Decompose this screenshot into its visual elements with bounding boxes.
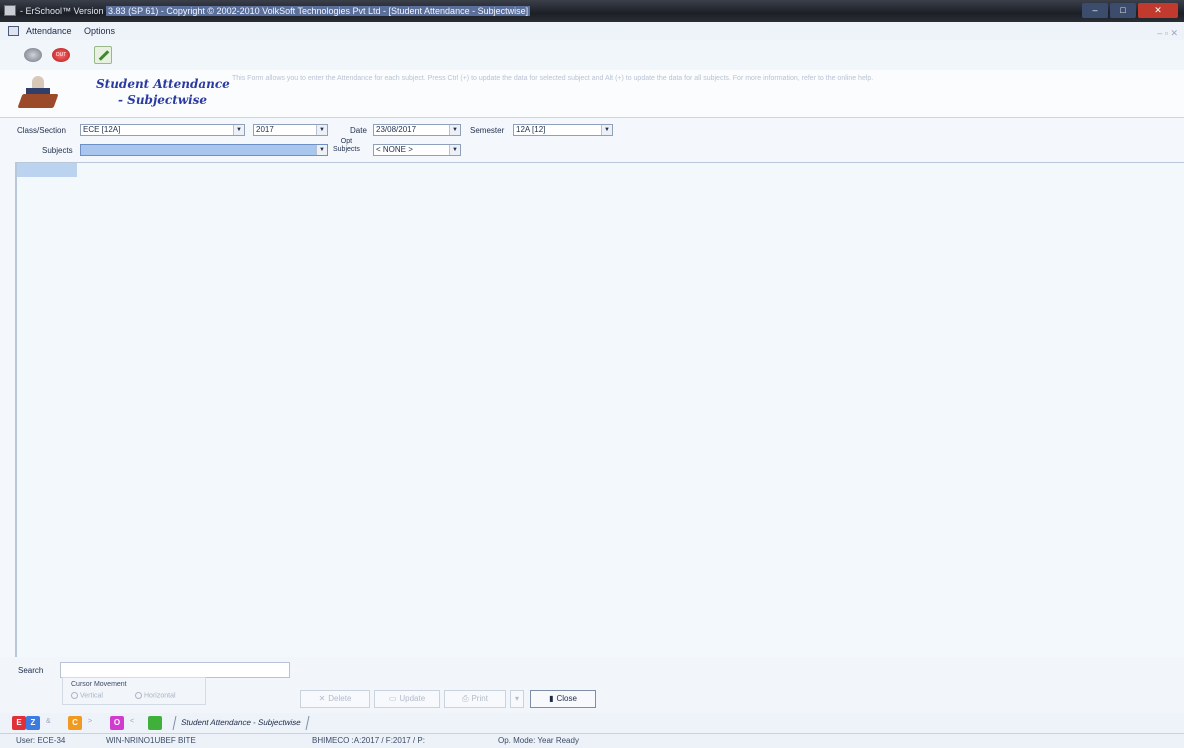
window-tabs-bar: E Z & C > O < Student Attendance - Subje… bbox=[0, 713, 1184, 733]
chevron-down-icon[interactable]: ▼ bbox=[449, 125, 460, 135]
menu-bar: Attendance Options – ▫ ✕ bbox=[0, 22, 1184, 40]
maximize-button[interactable]: □ bbox=[1110, 3, 1136, 18]
print-button[interactable]: ⎙ Print bbox=[444, 690, 506, 708]
semester-select[interactable]: 12A [12] ▼ bbox=[513, 124, 613, 136]
subjects-label: Subjects bbox=[42, 146, 73, 155]
help-text: This Form allows you to enter the Attend… bbox=[232, 75, 874, 82]
form-header: Student Attendance - Subjectwise This Fo… bbox=[0, 70, 1184, 118]
class-section-select[interactable]: ECE [12A] ▼ bbox=[80, 124, 245, 136]
class-section-label: Class/Section bbox=[17, 126, 66, 135]
status-bar: User: ECE-34 WIN-NRINO1UBEF BITE BHIMECO… bbox=[0, 733, 1184, 748]
close-button[interactable]: ▮ Close bbox=[530, 690, 596, 708]
delete-button[interactable]: ✕ Delete bbox=[300, 690, 370, 708]
app-g-icon[interactable] bbox=[148, 716, 162, 730]
radio-vertical[interactable]: Vertical bbox=[71, 692, 103, 699]
cursor-movement-group: Cursor Movement Vertical Horizontal bbox=[62, 677, 206, 705]
chevron-down-icon[interactable]: ▼ bbox=[316, 145, 327, 155]
form-title: Student Attendance - Subjectwise bbox=[96, 77, 230, 107]
separator: < bbox=[130, 718, 135, 725]
app-icon[interactable] bbox=[4, 5, 16, 16]
update-button[interactable]: ▭ Update bbox=[374, 690, 440, 708]
status-user: User: ECE-34 bbox=[16, 736, 66, 745]
separator: > bbox=[88, 718, 93, 725]
attendance-logo-icon bbox=[16, 74, 60, 114]
window-title: - ErSchool™ Version 3.83 (SP 61) - Copyr… bbox=[20, 6, 531, 16]
chevron-down-icon: ▾ bbox=[514, 694, 519, 703]
toolbar: OUT bbox=[0, 40, 1184, 70]
mdi-window-icon[interactable] bbox=[8, 26, 19, 36]
app-z-icon[interactable]: Z bbox=[26, 716, 40, 730]
date-label: Date bbox=[350, 126, 367, 135]
app-c-icon[interactable]: C bbox=[68, 716, 82, 730]
radio-horizontal[interactable]: Horizontal bbox=[135, 692, 176, 699]
back-icon[interactable] bbox=[24, 48, 42, 62]
grid-selected-cell[interactable] bbox=[17, 163, 77, 177]
app-e-icon[interactable]: E bbox=[12, 716, 26, 730]
status-mode: Op. Mode: Year Ready bbox=[498, 736, 579, 745]
chevron-down-icon[interactable]: ▼ bbox=[316, 125, 327, 135]
separator: & bbox=[46, 718, 51, 725]
semester-label: Semester bbox=[470, 126, 505, 135]
attendance-grid[interactable] bbox=[15, 162, 1184, 657]
door-icon: ▮ bbox=[549, 694, 554, 703]
delete-icon: ✕ bbox=[318, 694, 326, 703]
close-window-button[interactable]: ✕ bbox=[1138, 3, 1178, 18]
date-picker[interactable]: 23/08/2017 ▼ bbox=[373, 124, 461, 136]
tab-student-attendance[interactable]: Student Attendance - Subjectwise bbox=[172, 716, 310, 730]
chevron-down-icon[interactable]: ▼ bbox=[601, 125, 612, 135]
menu-attendance[interactable]: Attendance bbox=[26, 22, 72, 40]
update-icon: ▭ bbox=[388, 694, 397, 703]
app-o-icon[interactable]: O bbox=[110, 716, 124, 730]
print-icon: ⎙ bbox=[462, 694, 469, 703]
opt-subjects-label: Opt Subjects bbox=[333, 138, 360, 153]
edit-icon[interactable] bbox=[94, 46, 112, 64]
menu-options[interactable]: Options bbox=[84, 22, 115, 40]
chevron-down-icon[interactable]: ▼ bbox=[233, 125, 244, 135]
minimize-button[interactable]: – bbox=[1082, 3, 1108, 18]
search-label: Search bbox=[18, 666, 44, 675]
year-select[interactable]: 2017 ▼ bbox=[253, 124, 328, 136]
cursor-movement-label: Cursor Movement bbox=[71, 681, 127, 688]
window-controls: – □ ✕ bbox=[1082, 3, 1178, 18]
chevron-down-icon[interactable]: ▼ bbox=[449, 145, 460, 155]
title-bar: - ErSchool™ Version 3.83 (SP 61) - Copyr… bbox=[0, 0, 1184, 22]
search-input[interactable] bbox=[60, 662, 290, 678]
subjects-select[interactable]: ▼ bbox=[80, 144, 328, 156]
print-dropdown-button[interactable]: ▾ bbox=[510, 690, 524, 708]
status-session: BHIMECO :A:2017 / F:2017 / P: bbox=[312, 736, 425, 745]
opt-subjects-select[interactable]: < NONE > ▼ bbox=[373, 144, 461, 156]
bottom-panel: Search Cursor Movement Vertical Horizont… bbox=[0, 657, 1184, 713]
logout-icon[interactable]: OUT bbox=[52, 48, 70, 62]
status-machine: WIN-NRINO1UBEF BITE bbox=[106, 736, 196, 745]
